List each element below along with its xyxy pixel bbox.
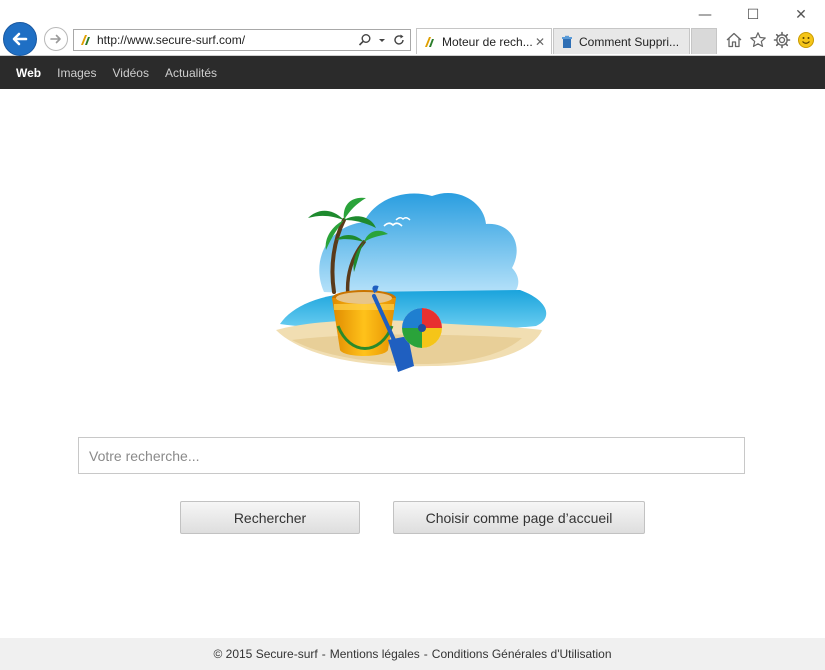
settings-button[interactable] (772, 30, 792, 50)
address-url: http://www.secure-surf.com/ (97, 33, 246, 47)
site-favicon-icon (425, 36, 434, 47)
footer-separator: - (321, 647, 326, 661)
footer-copyright: © 2015 Secure-surf (213, 647, 318, 661)
maximize-button[interactable]: ☐ (729, 0, 777, 30)
nav-item-actualites[interactable]: Actualités (165, 66, 217, 80)
site-favicon-icon (81, 35, 90, 45)
address-bar[interactable]: http://www.secure-surf.com/ (73, 29, 411, 51)
tab-label: Moteur de rech... (442, 34, 533, 49)
minimize-button[interactable]: — (681, 0, 729, 30)
back-button[interactable] (3, 22, 37, 56)
forward-button[interactable] (44, 27, 68, 51)
window-controls: — ☐ ✕ (681, 0, 825, 30)
close-window-button[interactable]: ✕ (777, 0, 825, 30)
search-button[interactable]: Rechercher (180, 501, 360, 534)
nav-item-web[interactable]: Web (16, 66, 41, 80)
trash-can-favicon-icon (562, 35, 572, 48)
forward-arrow-icon (50, 34, 61, 44)
footer-link-mentions-legales[interactable]: Mentions légales (330, 647, 420, 661)
tab-comment-supprimer[interactable]: Comment Suppri... (553, 28, 690, 54)
set-homepage-button[interactable]: Choisir comme page d’accueil (393, 501, 645, 534)
new-tab-button[interactable] (691, 28, 717, 54)
smiley-icon (798, 32, 814, 48)
search-icon[interactable] (358, 33, 372, 47)
footer: © 2015 Secure-surf - Mentions légales - … (0, 638, 825, 670)
back-arrow-icon (12, 32, 28, 46)
footer-separator: - (423, 647, 428, 661)
refresh-icon[interactable] (392, 33, 406, 47)
tab-label: Comment Suppri... (579, 34, 680, 49)
dropdown-icon[interactable] (378, 33, 386, 47)
nav-item-videos[interactable]: Vidéos (112, 66, 148, 80)
tab-moteur-de-recherche[interactable]: Moteur de rech... ✕ (416, 28, 552, 54)
nav-item-images[interactable]: Images (57, 66, 96, 80)
site-nav: Web Images Vidéos Actualités (0, 56, 825, 89)
browser-chrome: — ☐ ✕ http://www.secure-surf.com/ Moteur… (0, 0, 825, 56)
search-input[interactable] (78, 437, 745, 474)
favorites-star-icon (750, 32, 766, 47)
home-button[interactable] (724, 30, 744, 50)
beach-illustration (276, 192, 547, 372)
settings-gear-icon (773, 31, 791, 49)
favorites-button[interactable] (748, 30, 768, 50)
feedback-button[interactable] (796, 30, 816, 50)
footer-link-conditions[interactable]: Conditions Générales d'Utilisation (432, 647, 612, 661)
close-tab-icon[interactable]: ✕ (533, 35, 547, 49)
home-icon (726, 32, 742, 48)
